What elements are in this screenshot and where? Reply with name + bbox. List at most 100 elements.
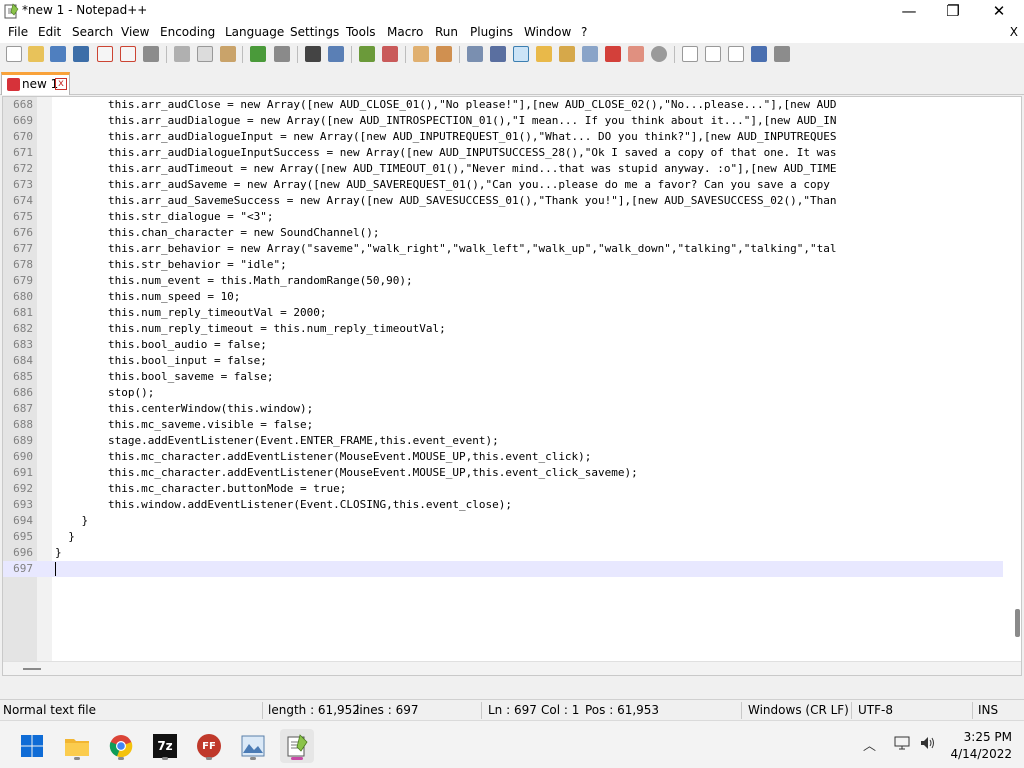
run-macro-icon[interactable]: [751, 46, 767, 62]
record-macro-icon[interactable]: [682, 46, 698, 62]
open-file-icon[interactable]: [28, 46, 44, 62]
menu-tools[interactable]: Tools: [346, 25, 376, 39]
code-text[interactable]: this.num_reply_timeout = this.num_reply_…: [55, 321, 446, 337]
code-text[interactable]: this.bool_input = false;: [55, 353, 267, 369]
show-hidden-icons-chevron-icon[interactable]: ︿: [863, 735, 876, 754]
find-icon[interactable]: [305, 46, 321, 62]
paste-icon[interactable]: [220, 46, 236, 62]
menu-language[interactable]: Language: [225, 25, 284, 39]
code-text[interactable]: this.chan_character = new SoundChannel()…: [55, 225, 380, 241]
code-line[interactable]: 684 this.bool_input = false;: [3, 353, 1003, 369]
code-line[interactable]: 688 this.mc_saveme.visible = false;: [3, 417, 1003, 433]
menu-search[interactable]: Search: [72, 25, 113, 39]
status-encoding[interactable]: UTF-8: [858, 703, 893, 717]
indent-guide-icon[interactable]: [513, 46, 529, 62]
menu-plugins[interactable]: Plugins: [470, 25, 513, 39]
editor[interactable]: 668 this.arr_audClose = new Array([new A…: [2, 96, 1022, 676]
user-language-icon[interactable]: [536, 46, 552, 62]
code-text[interactable]: this.mc_character.addEventListener(Mouse…: [55, 449, 591, 465]
code-text[interactable]: this.arr_audSaveme = new Array([new AUD_…: [55, 177, 830, 193]
code-line[interactable]: 680 this.num_speed = 10;: [3, 289, 1003, 305]
code-line[interactable]: 668 this.arr_audClose = new Array([new A…: [3, 97, 1003, 113]
code-line[interactable]: 676 this.chan_character = new SoundChann…: [3, 225, 1003, 241]
code-line[interactable]: 683 this.bool_audio = false;: [3, 337, 1003, 353]
code-area[interactable]: 668 this.arr_audClose = new Array([new A…: [3, 97, 1003, 675]
menu-view[interactable]: View: [121, 25, 149, 39]
code-text[interactable]: this.arr_audDialogueInputSuccess = new A…: [55, 145, 837, 161]
folder-workspace-icon[interactable]: [605, 46, 621, 62]
code-text[interactable]: this.mc_character.addEventListener(Mouse…: [55, 465, 638, 481]
menu-macro[interactable]: Macro: [387, 25, 423, 39]
close-window-button[interactable]: ✕: [976, 0, 1022, 22]
show-all-chars-icon[interactable]: [490, 46, 506, 62]
new-file-icon[interactable]: [6, 46, 22, 62]
code-line[interactable]: 671 this.arr_audDialogueInputSuccess = n…: [3, 145, 1003, 161]
zoom-out-icon[interactable]: [382, 46, 398, 62]
print-icon[interactable]: [143, 46, 159, 62]
code-text[interactable]: stop();: [55, 385, 154, 401]
code-text[interactable]: this.arr_audTimeout = new Array([new AUD…: [55, 161, 837, 177]
code-text[interactable]: this.str_dialogue = "<3";: [55, 209, 274, 225]
code-line[interactable]: 679 this.num_event = this.Math_randomRan…: [3, 273, 1003, 289]
code-text[interactable]: this.num_speed = 10;: [55, 289, 240, 305]
code-line[interactable]: 669 this.arr_audDialogue = new Array([ne…: [3, 113, 1003, 129]
tab-new-1[interactable]: new 1 x: [1, 72, 70, 95]
code-line[interactable]: 678 this.str_behavior = "idle";: [3, 257, 1003, 273]
undo-icon[interactable]: [250, 46, 266, 62]
code-line[interactable]: 691 this.mc_character.addEventListener(M…: [3, 465, 1003, 481]
taskbar-ffdec[interactable]: FF: [192, 729, 226, 763]
code-text[interactable]: this.arr_audDialogueInput = new Array([n…: [55, 129, 837, 145]
code-line[interactable]: 672 this.arr_audTimeout = new Array([new…: [3, 161, 1003, 177]
word-wrap-icon[interactable]: [467, 46, 483, 62]
start-button[interactable]: [15, 729, 49, 763]
play-macro-icon[interactable]: [728, 46, 744, 62]
sync-horizontal-icon[interactable]: [436, 46, 452, 62]
document-map-icon[interactable]: [559, 46, 575, 62]
code-text[interactable]: this.window.addEventListener(Event.CLOSI…: [55, 497, 512, 513]
code-text[interactable]: this.arr_aud_SavemeSuccess = new Array([…: [55, 193, 837, 209]
code-text[interactable]: this.bool_saveme = false;: [55, 369, 274, 385]
code-text[interactable]: this.num_event = this.Math_randomRange(5…: [55, 273, 413, 289]
code-text[interactable]: this.str_behavior = "idle";: [55, 257, 287, 273]
code-line[interactable]: 689 stage.addEventListener(Event.ENTER_F…: [3, 433, 1003, 449]
code-text[interactable]: }: [55, 513, 88, 529]
copy-icon[interactable]: [197, 46, 213, 62]
clock-date[interactable]: 4/14/2022: [946, 747, 1012, 761]
current-line[interactable]: 697: [3, 561, 1003, 577]
menu-help[interactable]: ?: [581, 25, 587, 39]
code-line[interactable]: 695 }: [3, 529, 1003, 545]
sync-vertical-icon[interactable]: [413, 46, 429, 62]
code-text[interactable]: this.num_reply_timeoutVal = 2000;: [55, 305, 327, 321]
code-text[interactable]: this.mc_saveme.visible = false;: [55, 417, 313, 433]
code-text[interactable]: }: [55, 529, 75, 545]
monitoring-icon[interactable]: [628, 46, 644, 62]
code-line[interactable]: 675 this.str_dialogue = "<3";: [3, 209, 1003, 225]
tab-close-icon[interactable]: x: [55, 78, 67, 90]
code-line[interactable]: 681 this.num_reply_timeoutVal = 2000;: [3, 305, 1003, 321]
save-macro-icon[interactable]: [774, 46, 790, 62]
menu-run[interactable]: Run: [435, 25, 458, 39]
code-line[interactable]: 682 this.num_reply_timeout = this.num_re…: [3, 321, 1003, 337]
horizontal-scrollbar-thumb[interactable]: [23, 668, 41, 670]
code-line[interactable]: 696}: [3, 545, 1003, 561]
code-line[interactable]: 674 this.arr_aud_SavemeSuccess = new Arr…: [3, 193, 1003, 209]
code-line[interactable]: 686 stop();: [3, 385, 1003, 401]
code-line[interactable]: 694 }: [3, 513, 1003, 529]
redo-icon[interactable]: [274, 46, 290, 62]
taskbar-file-explorer[interactable]: [60, 729, 94, 763]
replace-icon[interactable]: [328, 46, 344, 62]
code-line[interactable]: 690 this.mc_character.addEventListener(M…: [3, 449, 1003, 465]
taskbar-notepadpp[interactable]: [280, 729, 314, 763]
save-icon[interactable]: [50, 46, 66, 62]
code-text[interactable]: this.centerWindow(this.window);: [55, 401, 313, 417]
close-document-button[interactable]: X: [1010, 25, 1018, 39]
save-all-icon[interactable]: [73, 46, 89, 62]
volume-icon[interactable]: [919, 735, 937, 751]
taskbar-photos[interactable]: [236, 729, 270, 763]
menu-settings[interactable]: Settings: [290, 25, 339, 39]
code-line[interactable]: 693 this.window.addEventListener(Event.C…: [3, 497, 1003, 513]
code-line[interactable]: 673 this.arr_audSaveme = new Array([new …: [3, 177, 1003, 193]
taskbar-7zip[interactable]: 7z: [148, 729, 182, 763]
status-insert-mode[interactable]: INS: [978, 703, 998, 717]
maximize-button[interactable]: ❐: [930, 0, 976, 22]
